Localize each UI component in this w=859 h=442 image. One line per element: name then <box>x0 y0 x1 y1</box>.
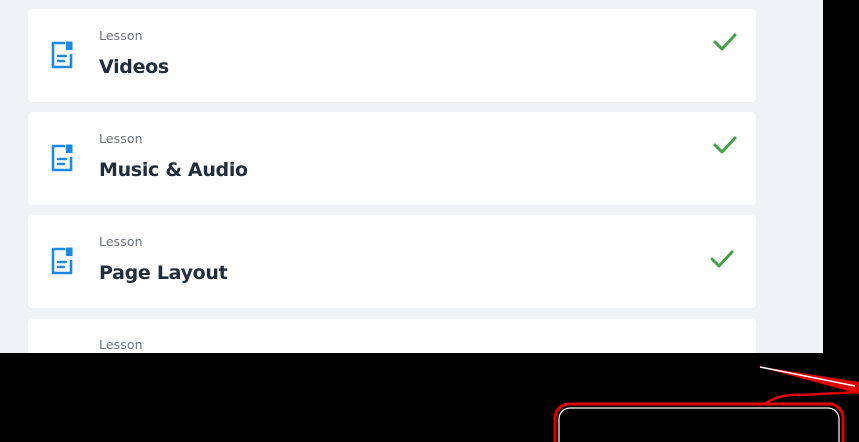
document-icon <box>51 41 73 69</box>
lesson-card-videos[interactable]: Lesson Videos <box>28 9 756 102</box>
lesson-title[interactable]: Music & Audio <box>99 159 248 181</box>
checkmark-icon <box>710 250 734 268</box>
lesson-list-panel: Lesson Videos Lesson Music & Audio Lesso… <box>0 0 823 353</box>
lesson-type-label: Lesson <box>99 337 143 352</box>
lesson-type-label: Lesson <box>99 28 143 43</box>
lesson-type-label: Lesson <box>99 131 143 146</box>
lesson-type-label: Lesson <box>99 234 143 249</box>
document-icon <box>51 144 73 172</box>
lesson-card-partial[interactable]: Lesson <box>28 319 756 353</box>
right-edge-strip <box>823 0 859 353</box>
checkmark-icon <box>713 33 737 51</box>
callout-pointer <box>756 366 859 394</box>
lesson-card-music-audio[interactable]: Lesson Music & Audio <box>28 112 756 205</box>
document-icon <box>51 247 73 275</box>
lesson-card-page-layout[interactable]: Lesson Page Layout <box>28 215 756 308</box>
callout-box <box>553 402 845 442</box>
checkmark-icon <box>713 136 737 154</box>
lesson-title[interactable]: Page Layout <box>99 262 228 284</box>
lesson-title[interactable]: Videos <box>99 56 169 78</box>
